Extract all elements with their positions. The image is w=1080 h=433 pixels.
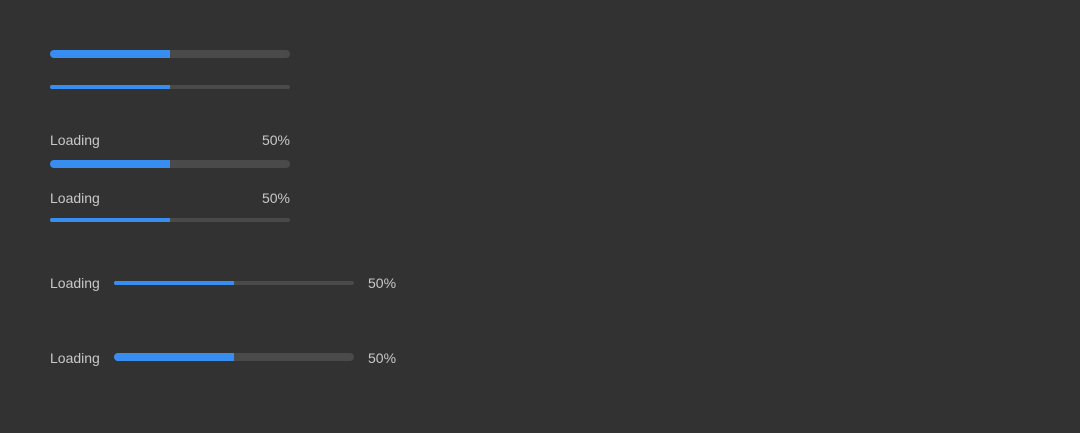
progress-track xyxy=(50,50,290,58)
progress-value: 50% xyxy=(368,275,397,291)
progress-fill xyxy=(114,281,234,285)
progress-value: 50% xyxy=(368,350,397,366)
progress-label: Loading xyxy=(50,275,100,291)
progress-label: Loading xyxy=(50,350,100,366)
progress-track xyxy=(50,85,290,89)
progress-track xyxy=(114,281,354,285)
progress-value: 50% xyxy=(261,190,290,206)
progress-fill xyxy=(114,353,234,361)
progress-track xyxy=(114,353,354,361)
progress-bar-gallery: Loading 50% Loading 50% Loading 50% Load… xyxy=(0,0,1080,433)
progress-value: 50% xyxy=(261,132,290,148)
progress-track xyxy=(50,160,290,168)
progress-label: Loading xyxy=(50,190,100,206)
progress-fill xyxy=(50,160,170,168)
progress-fill xyxy=(50,50,170,58)
progress-label: Loading xyxy=(50,132,100,148)
progress-track xyxy=(50,218,290,222)
progress-fill xyxy=(50,85,170,89)
progress-fill xyxy=(50,218,170,222)
